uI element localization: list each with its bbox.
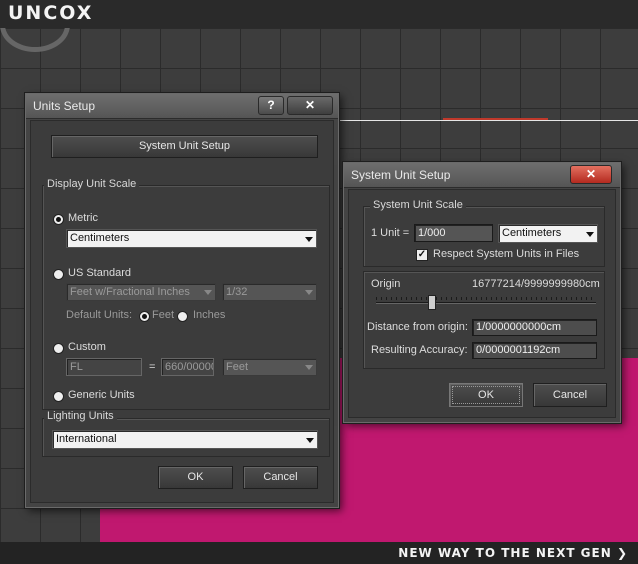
units-setup-close-button[interactable]: ✕ [287,96,333,115]
viewport-red-axis [443,118,548,120]
chevron-down-icon [306,437,314,443]
distance-from-origin-label: Distance from origin: [367,321,468,333]
system-ok-button[interactable]: OK [449,383,523,407]
metric-label: Metric [68,212,98,224]
unit-type-value: Centimeters [502,227,562,239]
us-standard-dropdown[interactable]: Feet w/Fractional Inches [66,283,216,301]
system-unit-setup-body: System Unit Scale 1 Unit = 1/000 Centime… [348,189,616,418]
system-unit-setup-dialog: System Unit Setup ✕ System Unit Scale 1 … [343,162,621,423]
system-unit-setup-titlebar[interactable]: System Unit Setup ✕ [344,163,620,188]
fraction-dropdown[interactable]: 1/32 [222,283,317,301]
units-setup-body: System Unit Setup Display Unit Scale Met… [30,120,334,503]
custom-units-value: Feet [226,361,249,373]
inches-label: Inches [193,309,226,321]
feet-radio[interactable] [139,311,150,322]
chevron-down-icon [204,290,212,295]
units-setup-titlebar[interactable]: Units Setup ? ✕ [26,94,338,119]
chevron-down-icon [586,231,594,237]
feet-label: Feet [152,309,175,321]
viewport-horizon-line [340,120,638,121]
custom-equals-sign: = [149,361,156,373]
origin-slider-track[interactable] [376,302,596,304]
custom-label: Custom [68,341,106,353]
metric-units-dropdown[interactable]: Centimeters [66,229,317,248]
unit-type-dropdown[interactable]: Centimeters [498,224,598,243]
help-button[interactable]: ? [258,96,284,115]
lighting-units-title: Lighting Units [44,410,117,422]
cancel-button[interactable]: Cancel [243,466,318,489]
us-standard-label: US Standard [68,267,131,279]
ok-button[interactable]: OK [158,466,233,489]
us-standard-value: Feet w/Fractional Inches [70,286,190,298]
unit-value-input[interactable]: 1/000 [414,224,493,242]
chevron-down-icon [305,290,313,295]
lighting-units-value: International [56,433,117,445]
chevron-down-icon [305,236,313,242]
display-unit-scale-title: Display Unit Scale [44,178,140,190]
resulting-accuracy-label: Resulting Accuracy: [371,344,468,356]
inches-radio[interactable] [177,311,188,322]
bottom-banner: NEW WAY TO THE NEXT GEN ❯ [0,542,638,564]
system-unit-setup-close-button[interactable]: ✕ [570,165,612,184]
respect-system-units-label: Respect System Units in Files [433,248,580,260]
default-units-label: Default Units: [66,309,133,321]
custom-units-dropdown[interactable]: Feet [222,358,317,376]
origin-slider-ticks [376,297,596,300]
tagline: NEW WAY TO THE NEXT GEN ❯ [398,546,628,560]
origin-value: 16777214/9999999980cm [472,278,600,290]
uncox-logo: UNCOX [8,2,94,24]
metric-radio[interactable] [53,214,64,225]
us-standard-radio[interactable] [53,269,64,280]
viewport-circle-gizmo [0,28,70,52]
system-unit-setup-title: System Unit Setup [351,168,451,182]
top-banner: UNCOX [0,0,638,28]
custom-name-input[interactable]: FL [66,358,142,376]
unit-equals-label: 1 Unit = [371,227,410,239]
origin-slider-thumb[interactable] [428,295,436,310]
distance-from-origin-field[interactable]: 1/0000000000cm [472,319,597,336]
fraction-value: 1/32 [226,286,248,298]
generic-units-label: Generic Units [68,389,135,401]
lighting-units-dropdown[interactable]: International [52,430,318,449]
metric-units-value: Centimeters [70,232,130,244]
system-unit-scale-title: System Unit Scale [370,199,466,211]
respect-system-units-checkbox[interactable]: ✓ [416,249,428,261]
units-setup-title: Units Setup [33,99,96,113]
custom-amount-input[interactable]: 660/00000 [161,358,214,376]
custom-radio[interactable] [53,343,64,354]
system-cancel-button[interactable]: Cancel [533,383,607,407]
resulting-accuracy-field[interactable]: 0/0000001192cm [472,342,597,359]
system-unit-setup-button[interactable]: System Unit Setup [51,135,318,158]
units-setup-dialog: Units Setup ? ✕ System Unit Setup Displa… [25,93,339,508]
origin-label: Origin [371,278,401,290]
generic-units-radio[interactable] [53,391,64,402]
chevron-down-icon [305,365,313,370]
